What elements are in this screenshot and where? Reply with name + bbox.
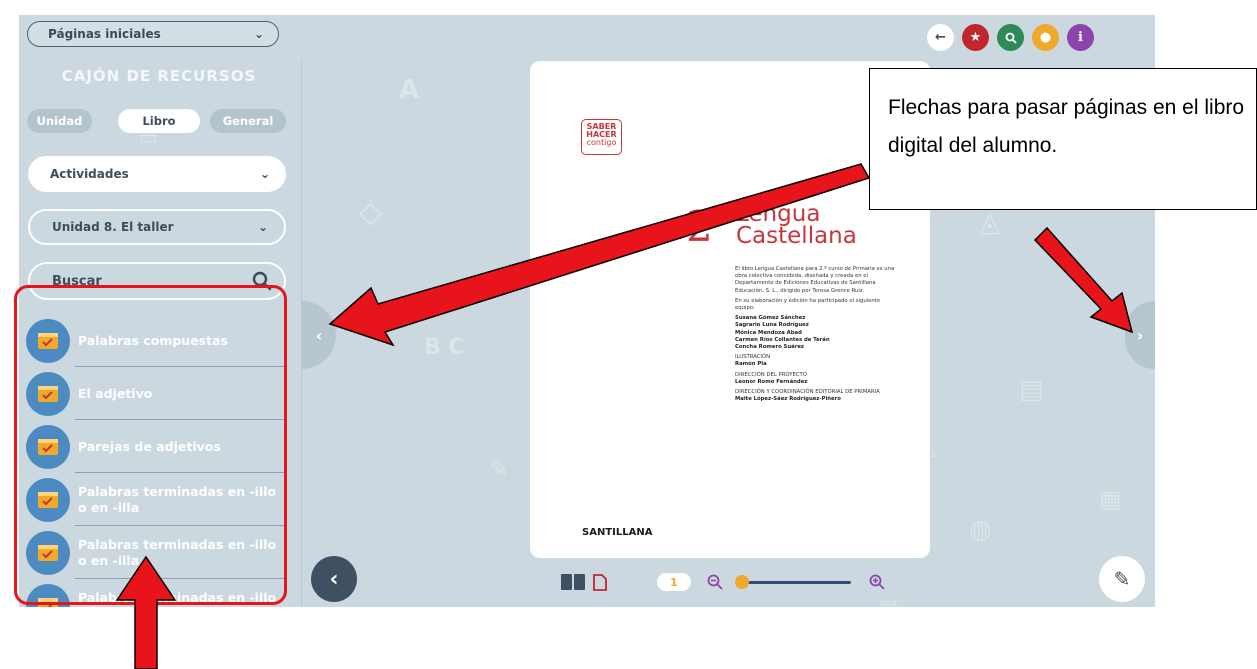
page-number: 1: [670, 575, 678, 589]
saber-hacer-logo: SABER HACER contigo: [581, 119, 622, 155]
search-button[interactable]: [997, 24, 1024, 51]
book-title-line1: Lengua: [736, 201, 821, 227]
illustration-credit: Ramón Pla: [735, 361, 767, 368]
double-page-icon[interactable]: [561, 574, 585, 590]
team-member: Mónica Mendoza Abad: [735, 329, 802, 336]
annotation-callout: Flechas para pasar páginas en el libro d…: [869, 68, 1257, 210]
lightbulb-icon: ●: [1039, 30, 1052, 45]
unit-filter-select[interactable]: Unidad 8. El taller ⌄: [28, 209, 286, 245]
resource-drawer: Páginas iniciales ⌄ CAJÓN DE RECURSOS Un…: [19, 15, 302, 607]
list-item[interactable]: Palabras terminadas en -illo o en -illa: [19, 527, 287, 579]
list-item[interactable]: El adjetivo: [19, 368, 287, 420]
pencil-icon: ✎: [1113, 567, 1131, 591]
logo-line: contigo: [586, 138, 617, 147]
chevron-down-icon: ⌄: [259, 167, 270, 181]
list-item[interactable]: Palabras compuestas: [19, 315, 287, 367]
grade-number: 2: [686, 202, 713, 251]
back-arrow-button[interactable]: ←: [927, 24, 954, 51]
unit-filter-label: Unidad 8. El taller: [52, 220, 174, 234]
publisher-name: SANTILLANA: [582, 527, 653, 538]
list-item[interactable]: Palabras terminadas en -illo o en -illa: [19, 474, 287, 526]
credits-team-intro: En su elaboración y edición ha participa…: [735, 297, 881, 312]
zoom-slider-track[interactable]: [739, 581, 851, 584]
list-item-label: Palabras terminadas en -illo o en -illa: [78, 590, 277, 607]
close-drawer-button[interactable]: ‹: [311, 556, 357, 602]
zoom-in-icon[interactable]: [869, 574, 885, 590]
favorites-button[interactable]: ★: [962, 24, 989, 51]
viewer-controls: 1: [559, 573, 919, 593]
tab-libro-label: Libro: [142, 114, 176, 128]
direction-label: DIRECCIÓN DEL PROYECTO: [735, 371, 807, 378]
list-item-label: Palabras compuestas: [78, 333, 228, 348]
team-member: Sagrario Luna Rodríguez: [735, 322, 809, 329]
info-button[interactable]: i: [1067, 24, 1094, 51]
credits-block: El libro Lengua Castellana para 2.º curs…: [735, 266, 895, 403]
previous-page-arrow[interactable]: ‹: [302, 301, 336, 369]
divider: [75, 419, 287, 420]
next-page-arrow[interactable]: ›: [1125, 301, 1155, 369]
divider: [75, 525, 287, 526]
chevron-down-icon: ⌄: [257, 220, 268, 234]
star-icon: ★: [969, 30, 982, 45]
drawer-title: CAJÓN DE RECURSOS: [61, 67, 257, 85]
book-title: Lengua Castellana: [736, 201, 857, 249]
pages-select-label: Páginas iniciales: [48, 27, 161, 41]
activity-icon: [26, 425, 70, 469]
activity-icon: [26, 478, 70, 522]
callout-text: Flechas para pasar páginas en el libro d…: [888, 96, 1245, 157]
zoom-out-icon[interactable]: [707, 574, 723, 590]
list-item-label: Parejas de adjetivos: [78, 439, 221, 454]
team-member: Carmen Ríos Collantes de Terán: [735, 336, 830, 343]
chevron-down-icon: ⌄: [253, 27, 264, 41]
activity-icon: [26, 319, 70, 363]
search-placeholder: Buscar: [52, 273, 102, 289]
credits-intro: El libro Lengua Castellana para 2.º curs…: [735, 266, 895, 294]
tab-general-label: General: [222, 114, 274, 128]
list-item-label: Palabras terminadas en -illo o en -illa: [78, 537, 277, 568]
book-title-line2: Castellana: [736, 223, 857, 249]
arrow-left-icon: ←: [935, 30, 946, 45]
list-item-label: El adjetivo: [78, 386, 153, 401]
divider: [75, 578, 287, 579]
search-icon: [1005, 32, 1017, 44]
search-icon[interactable]: [252, 271, 272, 291]
activity-icon: [26, 584, 70, 607]
chevron-left-icon: ‹: [315, 325, 323, 345]
chevron-left-icon: ‹: [329, 566, 339, 592]
tab-unidad-label: Unidad: [36, 114, 83, 128]
activity-icon: [26, 531, 70, 575]
resource-list: Palabras compuestas El adjetivo Parejas …: [19, 311, 302, 607]
list-item[interactable]: Parejas de adjetivos: [19, 421, 287, 473]
activity-icon: [26, 372, 70, 416]
type-filter-label: Actividades: [50, 167, 129, 181]
type-filter-select[interactable]: Actividades ⌄: [28, 156, 286, 192]
search-input[interactable]: Buscar: [28, 262, 286, 300]
chevron-right-icon: ›: [1136, 325, 1144, 345]
info-icon: i: [1078, 30, 1083, 45]
editorial-credit: Maite López-Sáez Rodríguez-Piñero: [735, 396, 841, 403]
annotate-button[interactable]: ✎: [1099, 556, 1145, 602]
list-item-label: Palabras terminadas en -illo o en -illa: [78, 484, 277, 515]
divider: [75, 472, 287, 473]
direction-credit: Leonor Romo Fernández: [735, 378, 808, 385]
pages-select[interactable]: Páginas iniciales ⌄: [27, 21, 279, 47]
tab-libro[interactable]: Libro: [118, 109, 200, 133]
list-item[interactable]: Palabras terminadas en -illo o en -illa: [19, 580, 287, 607]
single-page-icon[interactable]: [593, 574, 607, 591]
tab-unidad[interactable]: Unidad: [27, 109, 92, 133]
ideas-button[interactable]: ●: [1032, 24, 1059, 51]
page-number-field[interactable]: 1: [657, 573, 691, 591]
team-member: Concha Romero Suárez: [735, 344, 804, 351]
divider: [75, 366, 287, 367]
tab-general[interactable]: General: [210, 109, 286, 133]
zoom-slider-handle[interactable]: [735, 575, 749, 589]
